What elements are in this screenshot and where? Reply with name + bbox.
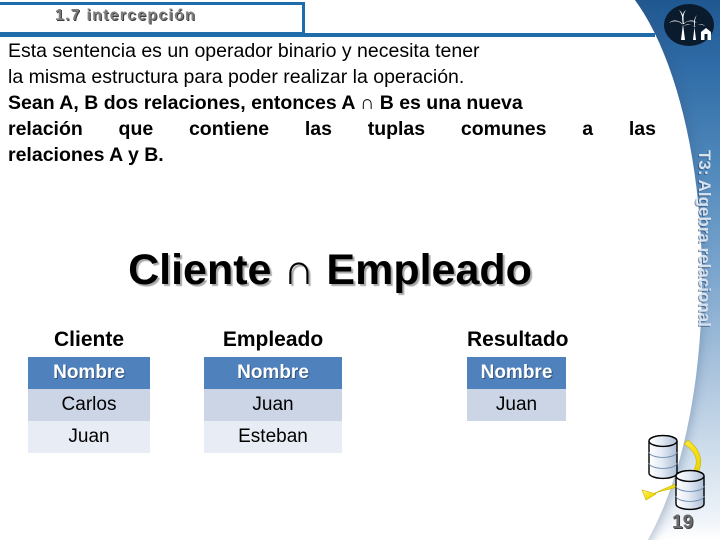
- table-empleado: Empleado Nombre Juan Esteban: [204, 328, 342, 453]
- body-word: las: [628, 118, 656, 140]
- table-caption: Cliente: [53, 328, 124, 351]
- table-cliente: Cliente Nombre Carlos Juan: [28, 328, 150, 453]
- table-column-header: Nombre: [467, 357, 566, 389]
- table-caption: Empleado: [222, 328, 324, 351]
- slide-canvas: T3: Algebra relacional 1.7 intercepción …: [0, 0, 720, 540]
- page-number: 19: [672, 512, 694, 533]
- body-line: relaciones A y B.: [8, 144, 164, 166]
- body-word: comunes: [460, 118, 547, 140]
- body-word: relación: [8, 118, 83, 140]
- body-line: la misma estructura para poder realizar …: [8, 66, 465, 88]
- table-row: Juan: [28, 421, 150, 453]
- body-line-justified: relación que contiene las tuplas comunes…: [8, 116, 656, 142]
- page-title: 1.7 intercepción: [55, 7, 197, 24]
- vertical-section-title: T3: Algebra relacional: [695, 150, 714, 327]
- palm-trees-house-logo: [663, 2, 715, 48]
- table-row: Esteban: [204, 421, 342, 453]
- table-resultado: Resultado Nombre Juan: [467, 328, 569, 421]
- table-column-header: Nombre: [28, 357, 150, 389]
- operation-heading: Cliente ∩ Empleado: [128, 246, 532, 294]
- table-row: Carlos: [28, 389, 150, 421]
- body-word: que: [118, 118, 154, 140]
- body-word: a: [582, 118, 594, 140]
- two-databases-arrow-icon: [632, 428, 718, 524]
- body-word: contiene: [188, 118, 270, 140]
- body-line: Sean A, B dos relaciones, entonces A ∩ B…: [8, 92, 523, 114]
- table-column-header: Nombre: [204, 357, 342, 389]
- body-line: Esta sentencia es un operador binario y …: [8, 40, 480, 62]
- table-row: Juan: [204, 389, 342, 421]
- body-word: las: [304, 118, 332, 140]
- table-caption: Resultado: [467, 328, 569, 351]
- table-row: Juan: [467, 389, 566, 421]
- body-word: tuplas: [367, 118, 426, 140]
- body-paragraph: Esta sentencia es un operador binario y …: [8, 38, 656, 168]
